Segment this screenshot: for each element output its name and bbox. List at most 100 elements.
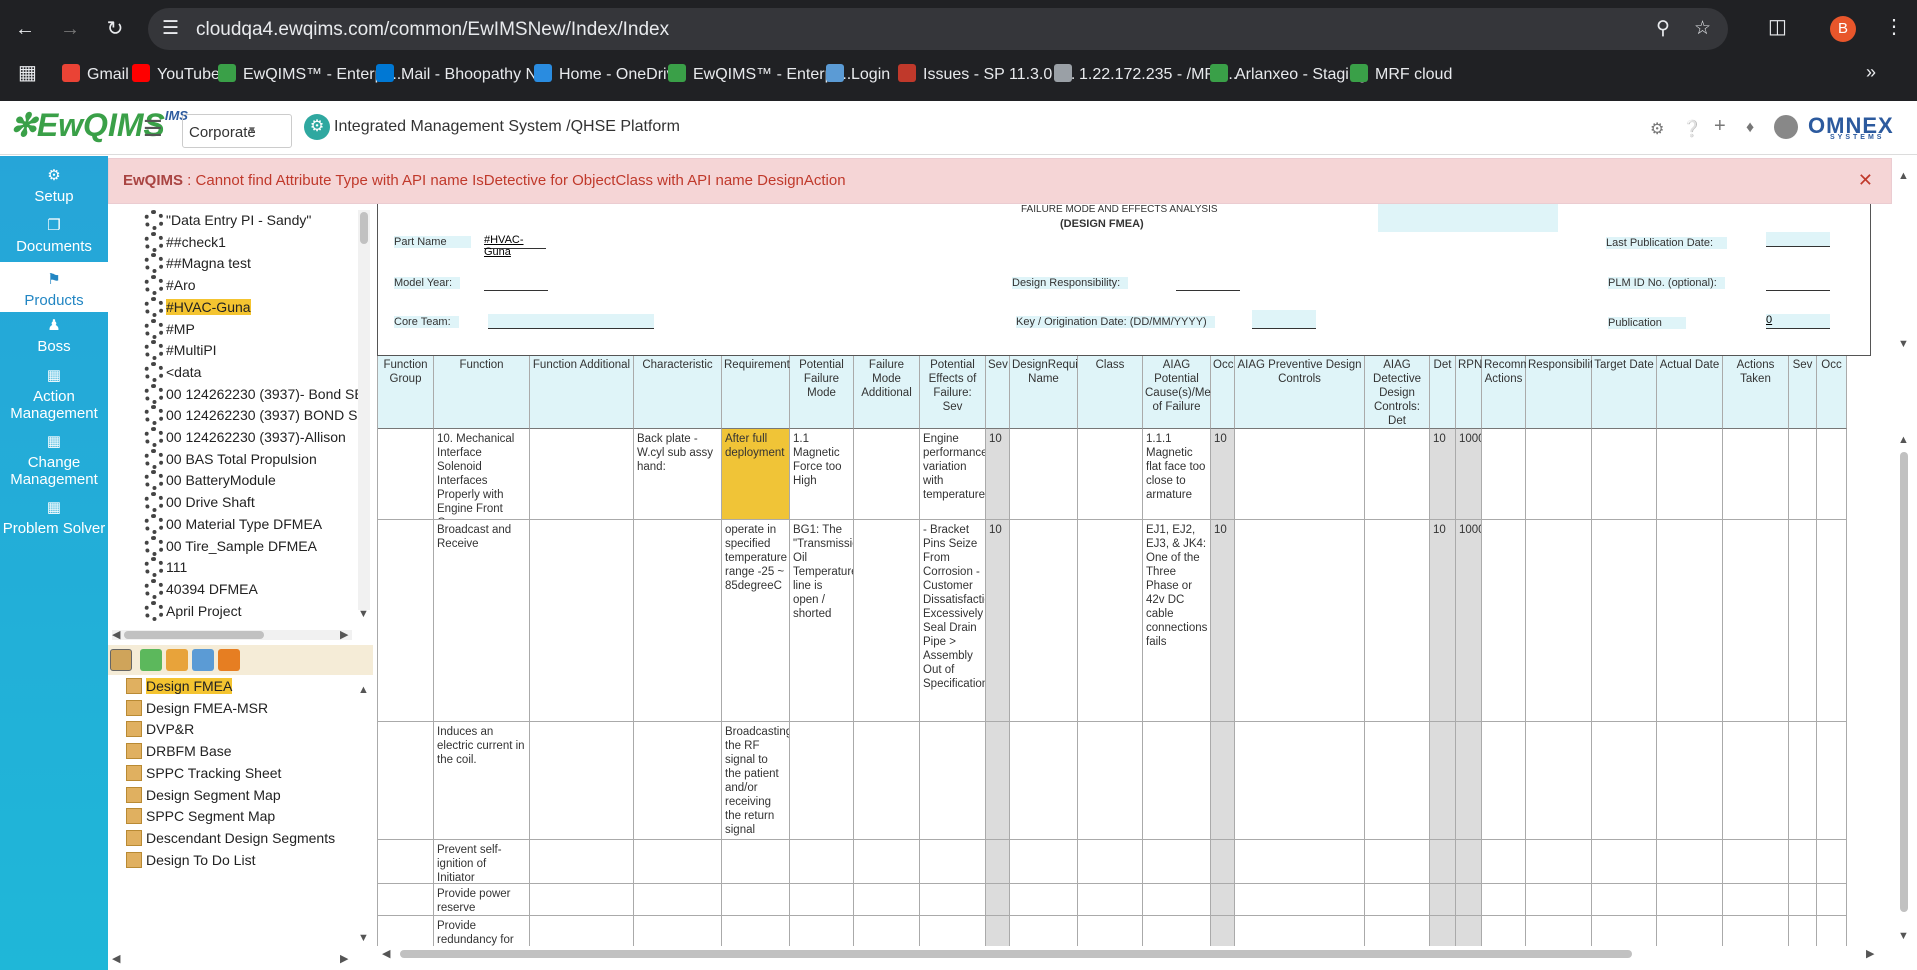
grid-cell[interactable] [1456,840,1482,884]
grid-cell[interactable] [1430,840,1456,884]
scroll-right-icon[interactable]: ▶ [340,952,348,965]
grid-cell[interactable] [530,429,634,520]
bookmark-item[interactable]: MRF cloud [1350,64,1452,84]
doc-list-item[interactable]: DRBFM Base [126,743,232,760]
grid-cell[interactable] [1723,916,1789,946]
tree-item[interactable]: 111 [144,557,187,578]
design-resp-field[interactable] [1176,276,1240,291]
company-select[interactable]: Corporate ▼ [182,114,292,148]
scroll-down-icon[interactable]: ▼ [1898,338,1909,350]
scroll-down-icon[interactable]: ▼ [1898,930,1909,942]
tree-item[interactable]: #HVAC-Guna [144,296,251,318]
grid-cell[interactable] [1817,884,1847,916]
grid-cell[interactable]: 10 [1430,520,1456,722]
grid-cell[interactable] [790,884,854,916]
tree-item[interactable]: 00 124262230 (3937)-Allison [144,427,346,448]
tree-item[interactable]: 00 124262230 (3937) BOND SB [144,405,367,426]
grid-cell[interactable]: 1000 [1456,429,1482,520]
grid-cell[interactable] [1456,916,1482,946]
grid-cell[interactable] [1657,916,1723,946]
sidebar-item-products[interactable]: ⚑ Products [0,262,108,312]
org-chart-icon[interactable] [218,649,240,671]
grid-cell[interactable] [1789,429,1817,520]
grid-cell[interactable] [1526,520,1592,722]
grid-cell[interactable] [986,840,1010,884]
grid-cell[interactable]: 1.1.1 Magnetic flat face too close to ar… [1143,429,1211,520]
forward-icon[interactable]: → [55,14,85,44]
bookmark-item[interactable]: Issues - SP 11.3.0 -... [898,64,1075,84]
grid-cell[interactable] [378,429,434,520]
column-header[interactable]: Requirement [722,356,790,429]
grid-cell[interactable] [1010,840,1078,884]
grid-cell[interactable] [1592,916,1657,946]
doc-list-item[interactable]: Design FMEA [126,678,233,694]
grid-cell[interactable] [854,520,920,722]
grid-cell[interactable] [378,722,434,840]
part-name-field[interactable]: #HVAC-Guna [484,234,546,258]
tree-item[interactable]: ##check1 [144,231,226,253]
tree-item[interactable]: 00 Drive Shaft [144,492,255,513]
grid-cell[interactable]: Broadcasting the RF signal to the patien… [722,722,790,840]
column-header[interactable]: Sev [1789,356,1817,429]
grid-cell[interactable] [722,884,790,916]
grid-cell[interactable] [1078,520,1143,722]
grid-cell[interactable] [1592,429,1657,520]
tree-item[interactable]: 00 Tire_Sample DFMEA [144,535,317,557]
grid-cell[interactable] [1817,916,1847,946]
column-header[interactable]: Occ [1817,356,1847,429]
column-header[interactable]: AIAG Potential Cause(s)/Mechanism(s) of … [1143,356,1267,429]
grid-cell[interactable] [1211,840,1235,884]
grid-cell[interactable] [1657,722,1723,840]
grid-cell[interactable] [854,722,920,840]
sidebar-item-change-management[interactable]: ▦ Change Management [0,428,108,488]
column-header[interactable]: Occ [1211,356,1235,429]
grid-cell[interactable] [634,722,722,840]
add-icon[interactable]: + [1714,115,1726,138]
back-icon[interactable]: ← [10,14,40,44]
grid-cell[interactable] [1143,884,1211,916]
apps-grid-icon[interactable]: ▦ [18,60,37,85]
bookmark-item[interactable]: Home - OneDrive [534,64,683,84]
core-team-field[interactable] [488,314,654,329]
grid-cell[interactable] [1723,429,1789,520]
grid-cell[interactable] [790,840,854,884]
profile-avatar[interactable]: B [1830,16,1856,42]
grid-cell[interactable] [1817,722,1847,840]
grid-cell[interactable] [1235,722,1365,840]
grid-cell[interactable] [1723,520,1789,722]
form-vscrollbar[interactable] [1894,170,1908,350]
grid-cell[interactable] [1430,884,1456,916]
scroll-up-icon[interactable]: ▲ [358,684,369,696]
column-header[interactable]: Actions Taken [1723,356,1789,429]
zoom-icon[interactable]: ⚲ [1656,17,1670,40]
tree-item[interactable]: #Aro [144,275,196,296]
grid-cell[interactable] [1526,884,1592,916]
grid-cell[interactable]: 10 [986,520,1010,722]
tree-item[interactable]: 00 BAS Total Propulsion [144,448,317,470]
grid-cell[interactable] [1657,884,1723,916]
address-bar[interactable]: ☰ cloudqa4.ewqims.com/common/EwIMSNew/In… [148,8,1728,50]
grid-cell[interactable] [1235,916,1365,946]
grid-cell[interactable]: 1.1 Magnetic Force too High [790,429,854,520]
grid-cell[interactable] [1365,429,1430,520]
scroll-left-icon[interactable]: ◀ [112,952,120,965]
grid-cell[interactable] [1143,840,1211,884]
grid-cell[interactable] [1365,916,1430,946]
grid-cell[interactable] [1789,722,1817,840]
grid-cell[interactable] [1430,916,1456,946]
grid-cell[interactable] [920,840,986,884]
doc-list-item[interactable]: Design To Do List [126,851,255,868]
grid-cell[interactable] [1482,884,1526,916]
grid-cell[interactable] [1482,429,1526,520]
grid-cell[interactable] [854,884,920,916]
scroll-right-icon[interactable]: ▶ [1866,947,1874,960]
grid-cell[interactable] [1789,916,1817,946]
column-header[interactable]: Sev [986,356,1010,429]
grid-cell[interactable] [920,884,986,916]
column-header[interactable]: AIAG Preventive Design Controls [1235,356,1365,429]
grid-cell[interactable] [1592,722,1657,840]
grid-cell[interactable] [378,916,434,946]
publication-field[interactable]: 0 [1766,314,1830,329]
edit-doc-icon[interactable] [110,649,132,671]
bookmark-item[interactable]: Mail - Bhoopathy N... [376,64,550,84]
